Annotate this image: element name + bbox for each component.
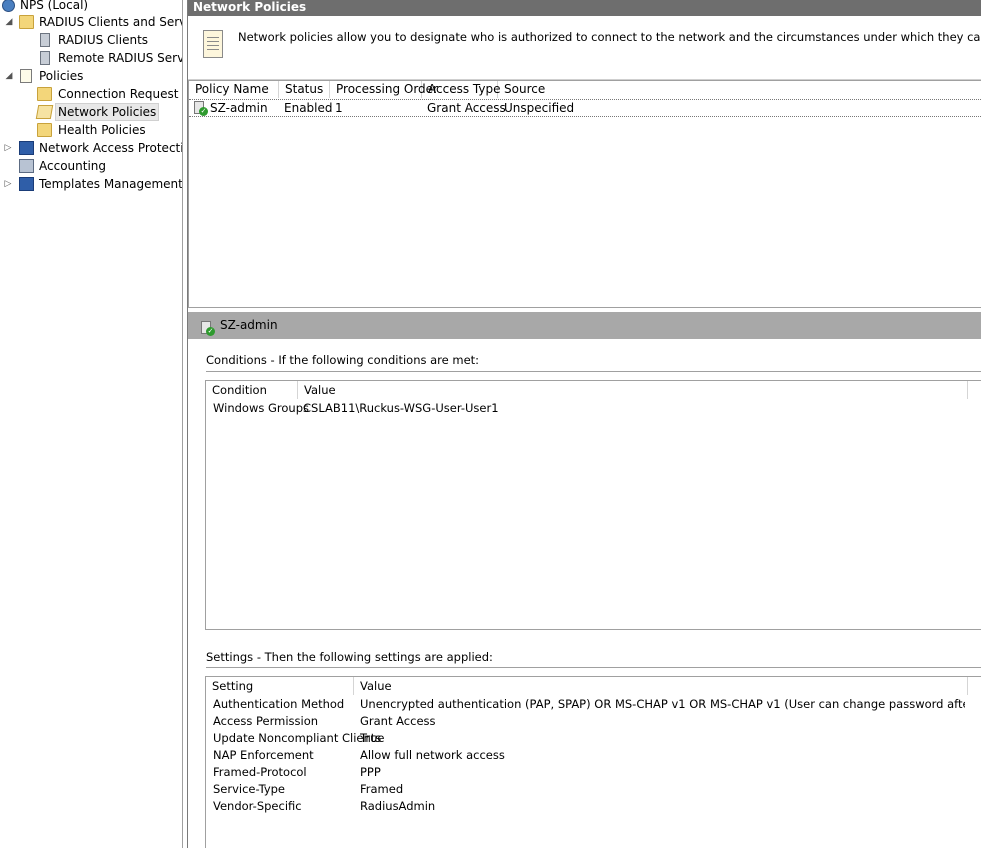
policy-icon: ✓: [194, 101, 208, 119]
setting-name: Vendor-Specific: [213, 799, 302, 813]
column-header-source[interactable]: Source: [498, 81, 618, 98]
table-row[interactable]: Windows Groups CSLAB11\Ruckus-WSG-User-U…: [206, 400, 981, 417]
page-title: Network Policies: [188, 0, 981, 16]
column-header-value[interactable]: Value: [354, 677, 968, 695]
folder-icon: [19, 15, 34, 29]
setting-name: Framed-Protocol: [213, 765, 307, 779]
table-row[interactable]: NAP Enforcement Allow full network acces…: [206, 747, 981, 764]
divider: [206, 667, 981, 669]
expand-arrow-icon[interactable]: ▷: [3, 139, 13, 157]
details-policy-name: SZ-admin: [220, 318, 278, 332]
policy-doc-icon: [20, 69, 32, 83]
conditions-label: Conditions - If the following conditions…: [206, 353, 480, 367]
server-icon: [40, 33, 50, 47]
column-header-access-type[interactable]: Access Type: [422, 81, 500, 98]
policy-name: SZ-admin: [210, 101, 268, 115]
policy-icon: ✓: [201, 318, 215, 345]
templates-icon: [19, 177, 34, 191]
policy-list-header: Policy Name Status Processing Order Acce…: [189, 81, 981, 98]
table-row[interactable]: Service-Type Framed: [206, 781, 981, 798]
description-text: Network policies allow you to designate …: [238, 30, 981, 44]
folder-open-icon: [35, 105, 54, 119]
column-header-status[interactable]: Status: [279, 81, 330, 98]
policy-list: Policy Name Status Processing Order Acce…: [188, 80, 981, 308]
scroll-document-icon: [203, 30, 223, 58]
table-row[interactable]: Vendor-Specific RadiusAdmin: [206, 798, 981, 815]
table-row[interactable]: Framed-Protocol PPP: [206, 764, 981, 781]
setting-value: Grant Access: [360, 714, 436, 728]
collapse-arrow-icon[interactable]: ◢: [4, 13, 14, 31]
column-header-condition[interactable]: Condition: [206, 381, 298, 399]
condition-value: CSLAB11\Ruckus-WSG-User-User1: [303, 401, 499, 415]
policy-access-type: Grant Access: [427, 101, 506, 115]
setting-name: Authentication Method: [213, 697, 345, 711]
setting-name: Access Permission: [213, 714, 319, 728]
settings-table-header: Setting Value: [206, 677, 981, 695]
table-row[interactable]: Authentication Method Unencrypted authen…: [206, 696, 981, 713]
setting-value: PPP: [360, 765, 381, 779]
column-header-value[interactable]: Value: [298, 381, 968, 399]
server-icon: [40, 51, 50, 65]
setting-value: Framed: [360, 782, 404, 796]
policy-processing-order: 1: [335, 101, 343, 115]
console-tree: NPS (Local) ◢ RADIUS Clients and Servers…: [0, 0, 182, 848]
expand-arrow-icon[interactable]: ▷: [3, 175, 13, 193]
column-header-policy-name[interactable]: Policy Name: [189, 81, 279, 98]
setting-value: Allow full network access: [360, 748, 505, 762]
collapse-arrow-icon[interactable]: ◢: [4, 67, 14, 85]
description-panel: Network policies allow you to designate …: [188, 16, 981, 80]
nps-server-icon: [2, 0, 15, 12]
conditions-table: Condition Value Windows Groups CSLAB11\R…: [205, 380, 981, 630]
table-row[interactable]: ✓ SZ-admin Enabled 1 Grant Access Unspec…: [189, 99, 981, 117]
details-header: ✓ SZ-admin: [188, 312, 981, 339]
conditions-table-header: Condition Value: [206, 381, 981, 399]
setting-name: Update Noncompliant Clients: [213, 731, 382, 745]
column-header-setting[interactable]: Setting: [206, 677, 354, 695]
setting-value: True: [360, 731, 385, 745]
divider: [206, 371, 981, 373]
settings-table: Setting Value Authentication Method Unen…: [205, 676, 981, 848]
content-pane: Network Policies Network policies allow …: [188, 0, 981, 848]
setting-name: Service-Type: [213, 782, 286, 796]
setting-value: Unencrypted authentication (PAP, SPAP) O…: [360, 697, 965, 711]
column-header-processing-order[interactable]: Processing Order: [330, 81, 438, 98]
table-row[interactable]: Update Noncompliant Clients True: [206, 730, 981, 747]
folder-icon: [37, 87, 52, 101]
table-row[interactable]: Access Permission Grant Access: [206, 713, 981, 730]
accounting-icon: [19, 159, 34, 173]
policy-status: Enabled: [284, 101, 333, 115]
condition-name: Windows Groups: [213, 401, 309, 415]
setting-name: NAP Enforcement: [213, 748, 314, 762]
setting-value: RadiusAdmin: [360, 799, 436, 813]
folder-icon: [37, 123, 52, 137]
settings-label: Settings - Then the following settings a…: [206, 650, 493, 664]
policy-source: Unspecified: [504, 101, 575, 115]
network-access-protection-icon: [19, 141, 34, 155]
